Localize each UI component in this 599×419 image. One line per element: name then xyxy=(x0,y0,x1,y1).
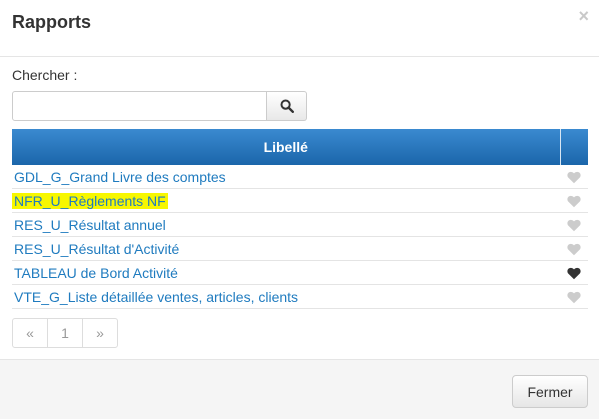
table-header-row: Libellé xyxy=(12,129,588,165)
table-row: TABLEAU de Bord Activité xyxy=(12,260,588,285)
search-icon xyxy=(280,99,294,113)
reports-modal: Rapports × Chercher : Libellé GDL_G_Gran… xyxy=(0,0,599,419)
heart-icon[interactable] xyxy=(567,243,581,256)
favorite-cell xyxy=(560,165,588,189)
report-cell: RES_U_Résultat d'Activité xyxy=(12,236,560,261)
modal-title: Rapports xyxy=(12,12,92,32)
report-cell: GDL_G_Grand Livre des comptes xyxy=(12,165,560,189)
modal-footer: Fermer xyxy=(0,359,599,419)
report-cell: TABLEAU de Bord Activité xyxy=(12,260,560,285)
close-button[interactable]: Fermer xyxy=(512,375,588,408)
favorite-cell xyxy=(560,212,588,237)
reports-table: Libellé GDL_G_Grand Livre des comptes NFR… xyxy=(12,129,588,309)
heart-icon[interactable] xyxy=(567,267,581,280)
table-row: GDL_G_Grand Livre des comptes xyxy=(12,165,588,189)
pagination-next[interactable]: » xyxy=(83,319,117,347)
report-link[interactable]: RES_U_Résultat annuel xyxy=(14,217,166,233)
heart-icon[interactable] xyxy=(567,291,581,304)
pagination-page-1[interactable]: 1 xyxy=(48,319,83,347)
search-button[interactable] xyxy=(267,91,307,121)
report-link[interactable]: RES_U_Résultat d'Activité xyxy=(14,241,179,257)
search-input[interactable] xyxy=(12,91,267,121)
report-link[interactable]: NFR_U_Règlements NF xyxy=(12,192,168,209)
report-cell: VTE_G_Liste détaillée ventes, articles, … xyxy=(12,284,560,309)
search-group xyxy=(12,91,307,121)
report-cell: RES_U_Résultat annuel xyxy=(12,212,560,237)
report-link[interactable]: VTE_G_Liste détaillée ventes, articles, … xyxy=(14,289,298,305)
modal-body: Chercher : Libellé GDL_G_Grand Livre des… xyxy=(0,57,599,359)
heart-icon[interactable] xyxy=(567,195,581,208)
table-row: RES_U_Résultat d'Activité xyxy=(12,236,588,261)
report-link[interactable]: GDL_G_Grand Livre des comptes xyxy=(14,169,226,185)
pagination: « 1 » xyxy=(12,318,118,348)
table-row: VTE_G_Liste détaillée ventes, articles, … xyxy=(12,284,588,309)
search-label: Chercher : xyxy=(12,67,78,83)
modal-header: Rapports × xyxy=(0,0,599,57)
column-header-favorite xyxy=(560,129,588,165)
heart-icon[interactable] xyxy=(567,219,581,232)
report-cell: NFR_U_Règlements NF xyxy=(12,188,560,213)
table-row: RES_U_Résultat annuel xyxy=(12,212,588,237)
favorite-cell xyxy=(560,188,588,213)
heart-icon[interactable] xyxy=(567,171,581,184)
close-icon[interactable]: × xyxy=(578,6,589,27)
favorite-cell xyxy=(560,284,588,309)
report-link[interactable]: TABLEAU de Bord Activité xyxy=(14,265,178,281)
table-row: NFR_U_Règlements NF xyxy=(12,188,588,213)
favorite-cell xyxy=(560,260,588,285)
favorite-cell xyxy=(560,236,588,261)
pagination-prev[interactable]: « xyxy=(13,319,48,347)
column-header-libelle[interactable]: Libellé xyxy=(12,129,561,165)
